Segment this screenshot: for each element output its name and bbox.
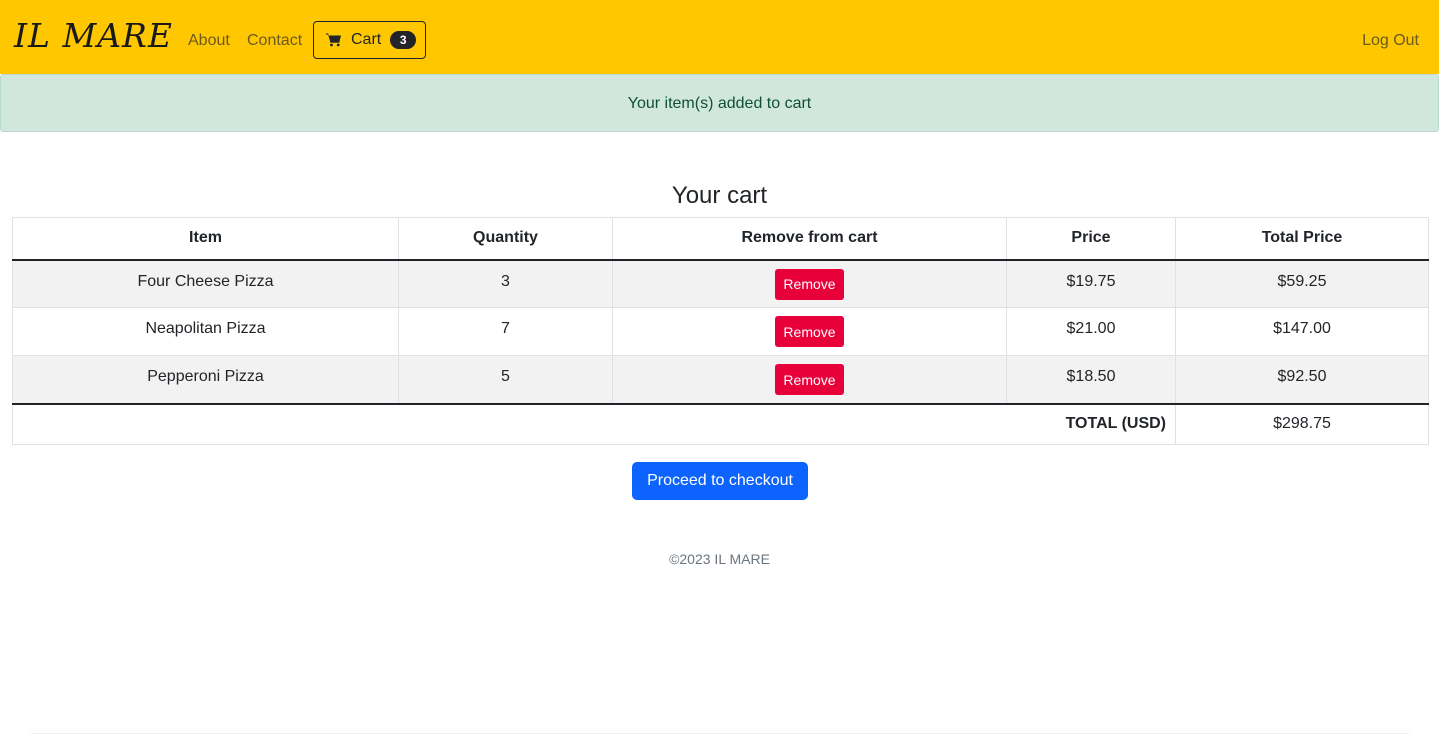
cart-button[interactable]: Cart 3 (313, 21, 426, 59)
item-quantity: 5 (398, 355, 613, 405)
footer-copyright: ©2023 IL MARE (669, 551, 770, 567)
remove-cell: Remove (612, 355, 1007, 405)
item-price: $19.75 (1006, 259, 1176, 308)
table-row: Four Cheese Pizza 3 Remove $19.75 $59.25 (12, 259, 1429, 308)
brand-logo[interactable]: IL MARE (14, 16, 173, 56)
item-total: $92.50 (1175, 355, 1429, 405)
remove-button[interactable]: Remove (775, 268, 844, 300)
item-total: $147.00 (1175, 307, 1429, 356)
remove-button[interactable]: Remove (775, 316, 844, 347)
column-header-item: Item (12, 217, 399, 261)
item-price: $21.00 (1006, 307, 1176, 356)
item-total: $59.25 (1175, 259, 1429, 308)
table-row: Pepperoni Pizza 5 Remove $18.50 $92.50 (12, 355, 1429, 405)
table-header-row: Item Quantity Remove from cart Price Tot… (12, 217, 1429, 261)
remove-button[interactable]: Remove (775, 364, 844, 395)
divider (30, 733, 1410, 734)
page-title: Your cart (671, 182, 768, 209)
total-row: TOTAL (USD) $298.75 (12, 403, 1429, 445)
cart-table: Item Quantity Remove from cart Price Tot… (12, 217, 1429, 445)
cart-count-badge: 3 (390, 31, 417, 49)
nav-about-link[interactable]: About (188, 30, 230, 52)
remove-cell: Remove (612, 259, 1007, 308)
column-header-quantity: Quantity (398, 217, 613, 261)
table-row: Neapolitan Pizza 7 Remove $21.00 $147.00 (12, 307, 1429, 356)
column-header-remove: Remove from cart (612, 217, 1007, 261)
item-name: Four Cheese Pizza (12, 259, 399, 308)
item-quantity: 7 (398, 307, 613, 356)
item-price: $18.50 (1006, 355, 1176, 405)
nav-contact-link[interactable]: Contact (247, 30, 302, 52)
column-header-price: Price (1006, 217, 1176, 261)
checkout-button[interactable]: Proceed to checkout (632, 462, 808, 500)
total-value: $298.75 (1175, 403, 1429, 445)
cart-icon (326, 32, 342, 48)
item-name: Pepperoni Pizza (12, 355, 399, 405)
cart-label: Cart (351, 31, 382, 48)
item-name: Neapolitan Pizza (12, 307, 399, 356)
success-alert: Your item(s) added to cart (0, 74, 1439, 132)
logout-link[interactable]: Log Out (1362, 30, 1419, 52)
item-quantity: 3 (398, 259, 613, 308)
navbar: IL MARE About Contact Cart 3 Log Out (0, 0, 1439, 74)
column-header-total-price: Total Price (1175, 217, 1429, 261)
remove-cell: Remove (612, 307, 1007, 356)
total-label: TOTAL (USD) (12, 403, 1176, 445)
